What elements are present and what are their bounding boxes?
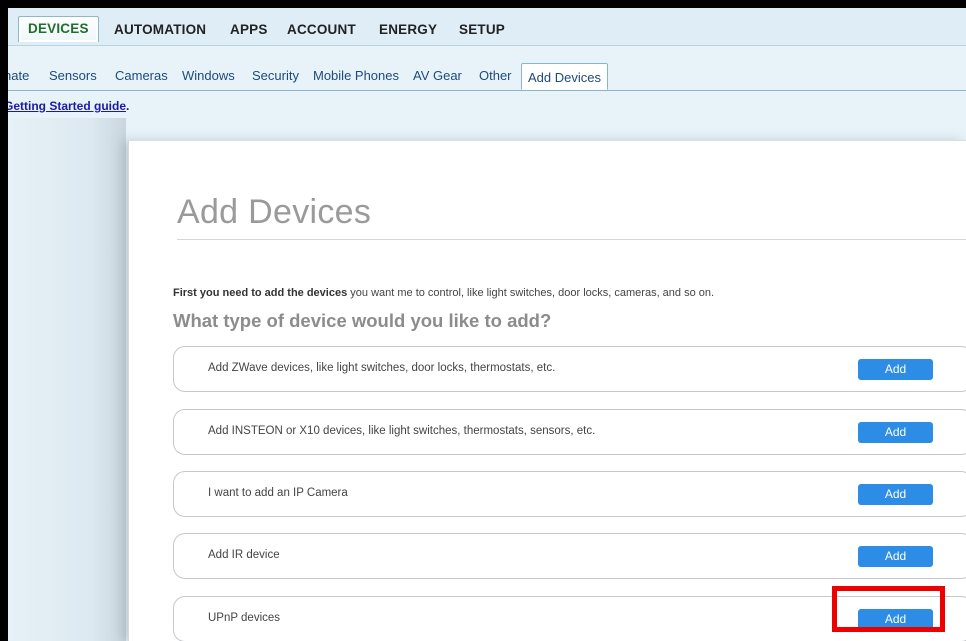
main-nav-devices[interactable]: DEVICES — [18, 16, 99, 42]
sub-nav: nate Sensors Cameras Windows Security Mo… — [8, 46, 966, 91]
add-ir-button[interactable]: Add — [858, 546, 933, 567]
sub-nav-sensors[interactable]: Sensors — [49, 68, 97, 83]
add-upnp-button[interactable]: Add — [858, 609, 933, 630]
option-label: Add IR device — [208, 549, 280, 561]
option-label: Add INSTEON or X10 devices, like light s… — [208, 425, 596, 437]
main-nav-automation[interactable]: AUTOMATION — [114, 22, 206, 37]
option-label: Add ZWave devices, like light switches, … — [208, 362, 556, 374]
sub-nav-cameras[interactable]: Cameras — [115, 68, 168, 83]
title-divider — [177, 239, 966, 240]
sub-nav-security[interactable]: Security — [252, 68, 299, 83]
add-zwave-button[interactable]: Add — [858, 359, 933, 380]
main-nav-energy[interactable]: ENERGY — [379, 22, 437, 37]
option-label: UPnP devices — [208, 612, 281, 624]
main-nav-apps[interactable]: APPS — [230, 22, 268, 37]
add-insteon-button[interactable]: Add — [858, 422, 933, 443]
sub-nav-add-devices[interactable]: Add Devices — [521, 63, 608, 90]
sub-nav-other[interactable]: Other — [479, 68, 512, 83]
intro-bold: First you need to add the devices — [173, 287, 348, 299]
sub-nav-mobile-phones[interactable]: Mobile Phones — [313, 68, 399, 83]
getting-started-line: Getting Started guide. — [8, 99, 129, 113]
page-title: Add Devices — [177, 193, 372, 231]
add-devices-panel: Add Devices First you need to add the de… — [128, 140, 966, 641]
option-row-ip-camera: I want to add an IP Camera Add — [173, 471, 966, 517]
main-nav: DEVICES AUTOMATION APPS ACCOUNT ENERGY S… — [8, 8, 966, 46]
add-ip-camera-button[interactable]: Add — [858, 484, 933, 505]
option-row-zwave: Add ZWave devices, like light switches, … — [173, 346, 966, 392]
device-type-question: What type of device would you like to ad… — [173, 310, 552, 331]
main-nav-account[interactable]: ACCOUNT — [287, 22, 356, 37]
option-row-ir: Add IR device Add — [173, 533, 966, 579]
intro-rest: you want me to control, like light switc… — [347, 287, 715, 299]
option-label: I want to add an IP Camera — [208, 487, 348, 499]
getting-started-link[interactable]: Getting Started guide — [8, 99, 126, 113]
option-row-insteon: Add INSTEON or X10 devices, like light s… — [173, 409, 966, 455]
guide-suffix: . — [126, 99, 130, 113]
sub-nav-av-gear[interactable]: AV Gear — [413, 68, 462, 83]
left-panel — [8, 118, 126, 641]
app-window: DEVICES AUTOMATION APPS ACCOUNT ENERGY S… — [8, 8, 966, 641]
main-nav-setup[interactable]: SETUP — [459, 22, 505, 37]
sub-nav-climate[interactable]: nate — [8, 68, 29, 83]
intro-text: First you need to add the devices you wa… — [173, 287, 714, 299]
sub-nav-windows[interactable]: Windows — [182, 68, 235, 83]
option-row-upnp: UPnP devices Add — [173, 596, 966, 641]
